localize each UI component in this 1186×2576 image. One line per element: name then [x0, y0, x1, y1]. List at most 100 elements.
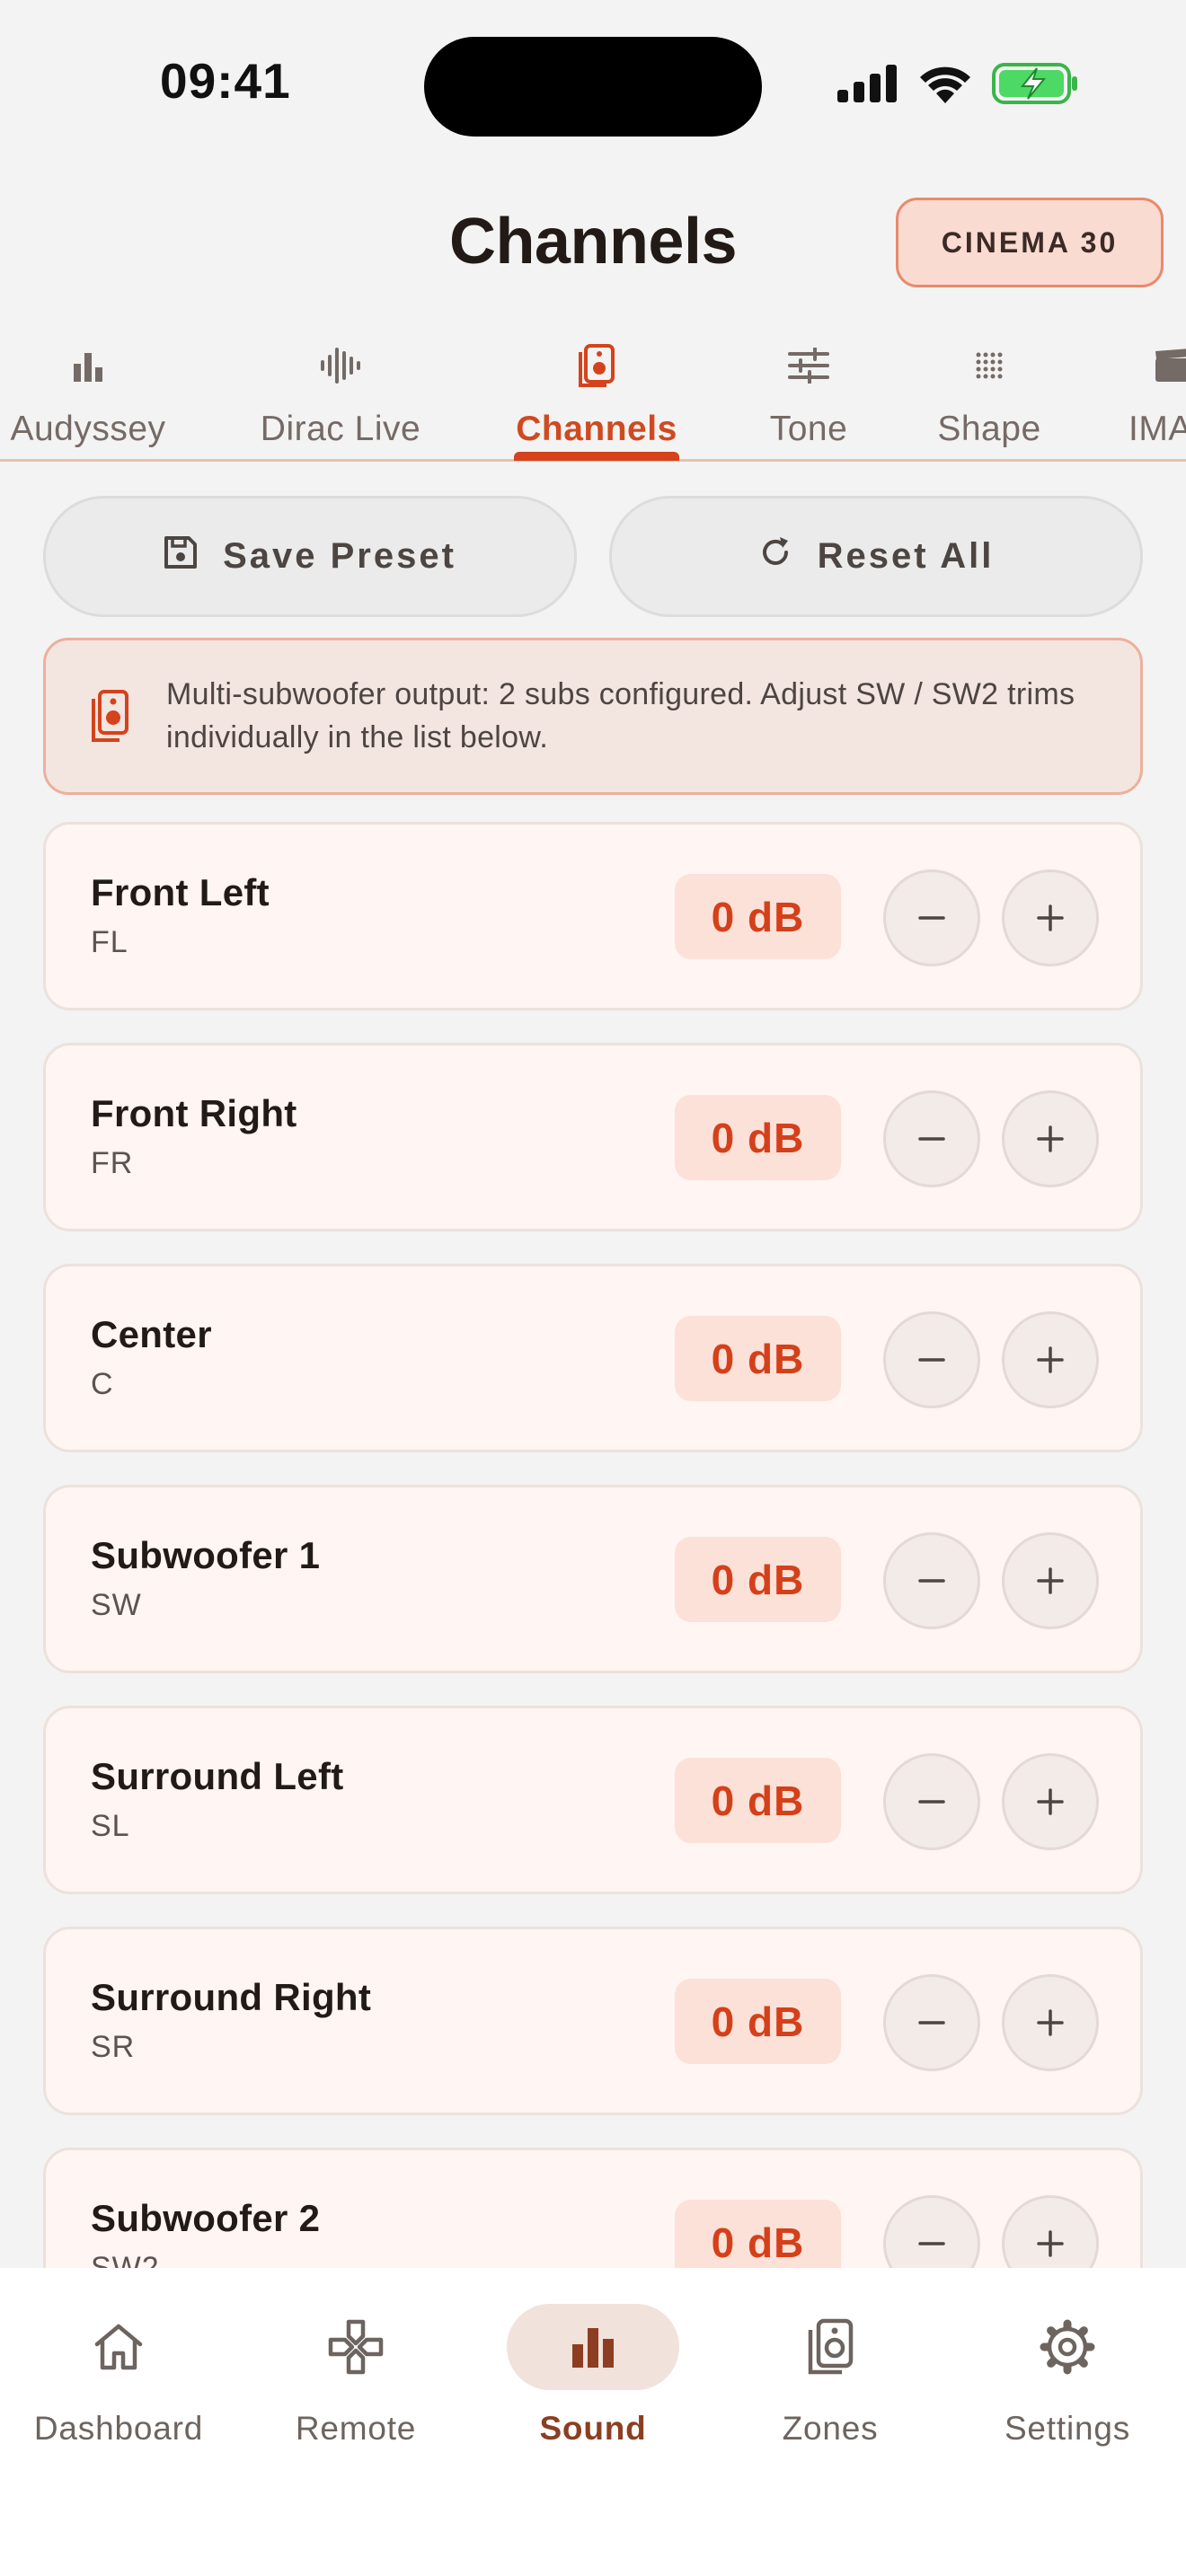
nav-label: Dashboard	[33, 2410, 204, 2447]
device-chip[interactable]: CINEMA 30	[896, 198, 1164, 287]
increase-button[interactable]	[1002, 869, 1099, 966]
channel-name: Center	[91, 1313, 212, 1355]
channel-level: 0 dB	[675, 1095, 841, 1180]
channel-code: SR	[91, 2030, 136, 2064]
tab-label: Shape	[937, 410, 1041, 448]
increase-button[interactable]	[1002, 2195, 1099, 2268]
channel-code: FR	[91, 1146, 134, 1180]
nav-label: Remote	[295, 2410, 417, 2447]
tab-label: Audyssey	[10, 410, 166, 448]
bottom-nav: Dashboard Remote Sound Zones Settings	[0, 2268, 1186, 2576]
nav-remote[interactable]: Remote	[248, 2304, 464, 2483]
decrease-button[interactable]	[883, 1974, 980, 2071]
wifi-icon	[920, 66, 970, 103]
refresh-icon	[758, 535, 792, 578]
info-banner: Multi-subwoofer output: 2 subs configure…	[43, 638, 1143, 795]
gear-icon	[981, 2304, 1154, 2390]
tab-audyssey[interactable]: Audyssey	[0, 323, 176, 458]
channel-level: 0 dB	[675, 1979, 841, 2064]
minus-icon	[918, 916, 945, 920]
channel-name: Surround Right	[91, 1976, 372, 2018]
sound-tabs: Audyssey Dirac Live Channels Tone Shape	[0, 323, 1186, 462]
home-icon	[32, 2304, 205, 2390]
channel-card: Center C 0 dB	[43, 1264, 1143, 1452]
channel-name: Front Right	[91, 1092, 297, 1134]
speaker-icon	[91, 690, 128, 746]
sliders-icon	[788, 334, 829, 397]
increase-button[interactable]	[1002, 1753, 1099, 1850]
increase-button[interactable]	[1002, 1532, 1099, 1629]
decrease-button[interactable]	[883, 2195, 980, 2268]
tab-channels[interactable]: Channels	[507, 323, 686, 458]
plus-icon	[1037, 1567, 1064, 1594]
reset-all-button[interactable]: Reset All	[609, 496, 1143, 617]
tab-label: Tone	[769, 410, 848, 448]
decrease-button[interactable]	[883, 1532, 980, 1629]
bar-chart-icon	[70, 334, 106, 397]
plus-icon	[1037, 1346, 1064, 1373]
decrease-button[interactable]	[883, 1311, 980, 1408]
channel-name: Subwoofer 2	[91, 2197, 321, 2239]
save-preset-button[interactable]: Save Preset	[43, 496, 577, 617]
header: Channels CINEMA 30	[0, 180, 1186, 305]
channel-level: 0 dB	[675, 1537, 841, 1622]
channel-level: 0 dB	[675, 874, 841, 959]
increase-button[interactable]	[1002, 1311, 1099, 1408]
plus-icon	[1037, 904, 1064, 931]
tab-imax[interactable]: IMAX	[1128, 323, 1186, 458]
nav-zones[interactable]: Zones	[722, 2304, 938, 2483]
status-icons	[837, 63, 1078, 104]
plus-icon	[1037, 2230, 1064, 2257]
channel-name: Subwoofer 1	[91, 1534, 321, 1576]
minus-icon	[918, 1137, 945, 1141]
gamepad-icon	[270, 2304, 442, 2390]
nav-label: Settings	[1004, 2410, 1131, 2447]
channel-card: Surround Left SL 0 dB	[43, 1706, 1143, 1894]
channel-code: C	[91, 1367, 114, 1401]
status-bar: 09:41	[0, 0, 1186, 171]
tab-label: IMAX	[1128, 410, 1186, 448]
cellular-signal-icon	[837, 65, 897, 102]
decrease-button[interactable]	[883, 869, 980, 966]
channel-level: 0 dB	[675, 1758, 841, 1843]
bar-chart-icon	[507, 2304, 679, 2390]
channel-list[interactable]: Front Left FL 0 dB Front Right FR 0 dB C…	[0, 822, 1186, 2268]
channel-card: Front Right FR 0 dB	[43, 1043, 1143, 1231]
active-tab-indicator	[514, 452, 679, 461]
channel-card: Front Left FL 0 dB	[43, 822, 1143, 1010]
nav-label: Sound	[539, 2410, 647, 2447]
channel-card: Subwoofer 2 SW2 0 dB	[43, 2148, 1143, 2268]
tab-tone[interactable]: Tone	[755, 323, 863, 458]
clapperboard-icon	[1128, 334, 1186, 397]
nav-settings[interactable]: Settings	[960, 2304, 1175, 2483]
minus-icon	[918, 1358, 945, 1362]
channel-code: SW	[91, 1588, 142, 1622]
channel-code: SW2	[91, 2251, 160, 2268]
tab-label: Dirac Live	[260, 410, 421, 448]
increase-button[interactable]	[1002, 1974, 1099, 2071]
dynamic-island	[424, 37, 762, 137]
channel-name: Surround Left	[91, 1755, 344, 1797]
tab-shape[interactable]: Shape	[927, 323, 1051, 458]
minus-icon	[918, 2242, 945, 2245]
app-screen: 09:41 Channels CINEMA 30 Audyssey Dirac …	[0, 0, 1186, 2576]
nav-dashboard[interactable]: Dashboard	[11, 2304, 226, 2483]
channel-name: Front Left	[91, 871, 270, 913]
channel-code: FL	[91, 925, 128, 959]
decrease-button[interactable]	[883, 1753, 980, 1850]
plus-icon	[1037, 1788, 1064, 1815]
minus-icon	[918, 1579, 945, 1583]
speaker-icon	[744, 2304, 916, 2390]
banner-text: Multi-subwoofer output: 2 subs configure…	[166, 677, 1075, 754]
increase-button[interactable]	[1002, 1090, 1099, 1187]
save-preset-label: Save Preset	[223, 536, 456, 576]
minus-icon	[918, 2021, 945, 2025]
tab-dirac-live[interactable]: Dirac Live	[250, 323, 431, 458]
plus-icon	[1037, 2009, 1064, 2036]
nav-sound[interactable]: Sound	[485, 2304, 701, 2483]
decrease-button[interactable]	[883, 1090, 980, 1187]
plus-icon	[1037, 1125, 1064, 1152]
save-icon	[164, 535, 198, 578]
channel-level: 0 dB	[675, 1316, 841, 1401]
status-time: 09:41	[160, 53, 291, 109]
